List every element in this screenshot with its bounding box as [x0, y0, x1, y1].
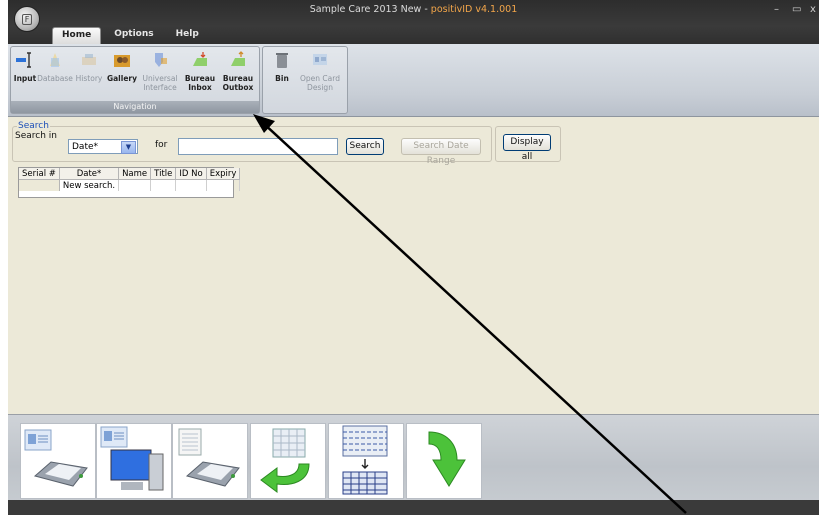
display-all-button[interactable]: Display all — [503, 134, 551, 162]
column-header[interactable]: Date* — [59, 168, 120, 180]
tab-options[interactable]: Options — [105, 27, 162, 44]
proceed-down-icon — [428, 431, 466, 487]
print-list-button[interactable] — [172, 423, 248, 499]
universal-interface-button[interactable]: Universal Interface — [139, 50, 181, 92]
history-button[interactable]: History — [73, 50, 105, 83]
navigation-group-label: Navigation — [11, 101, 259, 113]
table-cell — [150, 179, 177, 191]
bureau-inbox-button[interactable]: Bureau Inbox — [181, 50, 219, 92]
search-input[interactable] — [178, 138, 338, 155]
display-all-panel: Display all — [495, 126, 561, 162]
ribbon-tabs: Home Options Help — [52, 27, 208, 44]
table-cell — [175, 179, 207, 191]
title-bar: F Sample Care 2013 New - positivID v4.1.… — [8, 0, 819, 44]
column-header[interactable]: Expiry — [206, 168, 241, 180]
tools-group: Bin Open Card Design — [262, 46, 348, 114]
universal-interface-icon — [155, 53, 167, 67]
input-icon — [16, 52, 31, 68]
return-back-button[interactable] — [250, 423, 326, 499]
search-button[interactable]: Search — [346, 138, 384, 155]
table-cell — [19, 179, 60, 191]
print-list-icon — [178, 428, 240, 487]
column-header[interactable]: Title — [150, 168, 177, 180]
input-button[interactable]: Input — [13, 50, 37, 83]
return-back-icon — [260, 428, 310, 493]
table-cell — [118, 179, 152, 191]
minimize-button[interactable]: – — [774, 4, 779, 15]
database-button[interactable]: Database — [37, 50, 73, 83]
search-date-range-button[interactable]: Search Date Range — [401, 138, 481, 166]
app-window: F Sample Care 2013 New - positivID v4.1.… — [8, 0, 819, 515]
table-import-button[interactable] — [328, 423, 404, 499]
bureau-outbox-icon — [231, 51, 245, 66]
history-icon — [82, 54, 96, 65]
maximize-button[interactable]: ▭ — [792, 4, 801, 15]
column-header[interactable]: ID No — [175, 168, 207, 180]
column-header[interactable]: Serial # — [19, 168, 60, 180]
results-table: Serial # Date* Name Title ID No Expiry N… — [19, 168, 241, 191]
tab-home[interactable]: Home — [52, 27, 102, 44]
search-panel: Search Search in Date* ▼ for Search Searc… — [12, 121, 492, 166]
column-header[interactable]: Name — [118, 168, 152, 180]
table-cell — [206, 179, 241, 191]
results-grid[interactable]: Serial # Date* Name Title ID No Expiry N… — [18, 167, 241, 198]
tab-help[interactable]: Help — [167, 27, 208, 44]
search-in-label: Search in — [15, 131, 57, 141]
status-bar — [8, 500, 819, 515]
bin-button[interactable]: Bin — [267, 50, 297, 83]
table-import-icon — [342, 425, 388, 495]
for-label: for — [155, 140, 168, 150]
app-logo-icon: F — [21, 13, 33, 25]
action-bar — [8, 414, 819, 501]
search-field-select[interactable]: Date* ▼ — [68, 139, 138, 154]
close-button[interactable]: x — [810, 4, 816, 15]
table-cell: New search. — [59, 179, 120, 191]
table-header-row: Serial # Date* Name Title ID No Expiry — [19, 168, 241, 180]
window-title: Sample Care 2013 New - positivID v4.1.00… — [309, 4, 518, 15]
navigation-group: Input Database History Gallery Universal… — [10, 46, 260, 114]
print-card-button[interactable] — [20, 423, 96, 499]
gallery-button[interactable]: Gallery — [105, 50, 139, 83]
search-legend: Search — [17, 121, 50, 131]
print-card-icon — [24, 429, 88, 487]
bureau-outbox-button[interactable]: Bureau Outbox — [219, 50, 257, 92]
table-row[interactable]: New search. — [19, 179, 241, 191]
open-card-design-icon — [313, 54, 327, 65]
open-card-design-button[interactable]: Open Card Design — [297, 50, 343, 92]
bin-icon — [276, 53, 288, 68]
card-to-computer-button[interactable] — [96, 423, 172, 499]
database-icon — [50, 53, 60, 67]
gallery-icon — [114, 55, 130, 67]
card-to-computer-icon — [100, 426, 164, 491]
bureau-inbox-icon — [193, 52, 207, 66]
main-content: Search Search in Date* ▼ for Search Searc… — [8, 117, 819, 414]
chevron-down-icon[interactable]: ▼ — [121, 141, 136, 154]
proceed-down-button[interactable] — [406, 423, 482, 499]
ribbon: Input Database History Gallery Universal… — [8, 44, 819, 117]
